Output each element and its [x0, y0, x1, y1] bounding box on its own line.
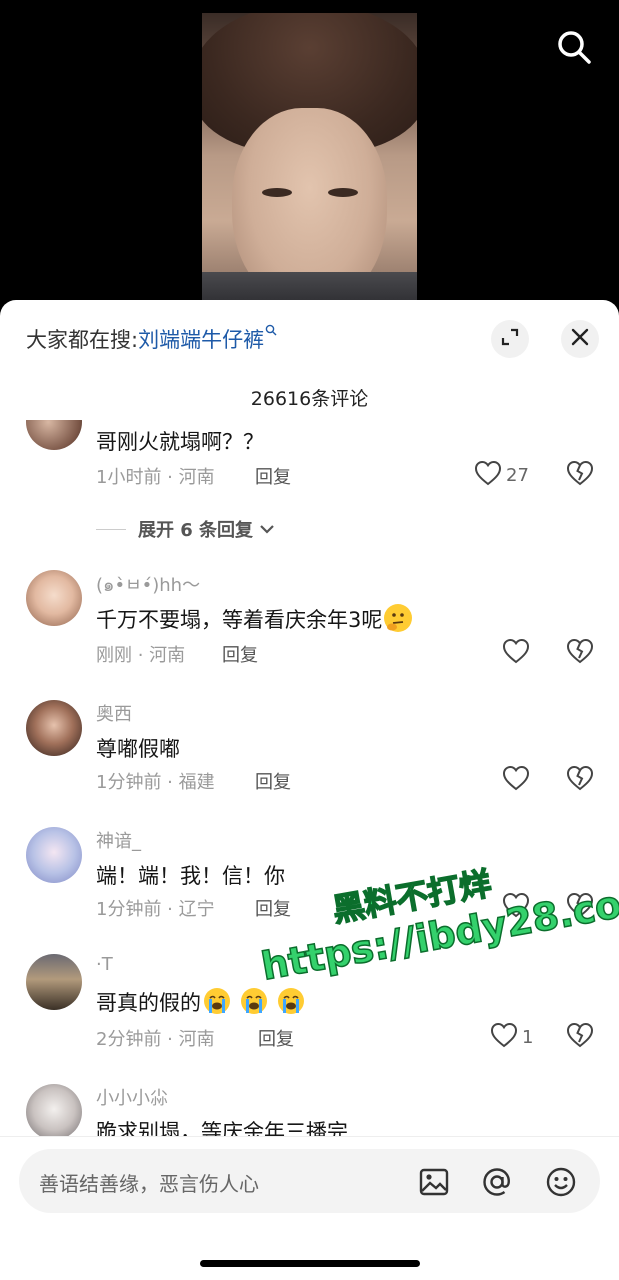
like-button[interactable]: 27	[474, 460, 529, 490]
hot-search-prefix: 大家都在搜:	[26, 328, 139, 352]
comment-username[interactable]: 神谙_	[96, 827, 141, 853]
comment-count: 26616条评论	[250, 388, 369, 410]
heart-icon	[502, 892, 530, 922]
dislike-button[interactable]	[566, 638, 594, 668]
dislike-button[interactable]	[566, 892, 594, 922]
search-icon	[265, 324, 277, 342]
like-button[interactable]: 1	[490, 1022, 533, 1052]
hot-search-bar: 大家都在搜:刘端端牛仔裤	[26, 324, 277, 354]
broken-heart-icon	[566, 638, 594, 668]
heart-icon	[490, 1022, 518, 1052]
like-count: 27	[506, 464, 529, 486]
avatar[interactable]	[26, 1084, 82, 1136]
video-player[interactable]	[0, 0, 619, 310]
video-frame[interactable]	[202, 13, 417, 310]
comment-input[interactable]: 善语结善缘，恶言伤人心	[19, 1149, 600, 1213]
loudly-crying-face-emoji	[203, 987, 305, 1020]
comment-sheet: 大家都在搜:刘端端牛仔裤 26616条评论 哥刚火就塌啊？？ 1小时前 · 河南…	[0, 300, 619, 1280]
broken-heart-icon	[566, 460, 594, 490]
like-button[interactable]	[502, 638, 534, 668]
reply-button[interactable]: 回复	[222, 641, 258, 667]
comment-sheet-header: 大家都在搜:刘端端牛仔裤	[0, 300, 619, 380]
comment-text: 哥真的假的	[96, 987, 305, 1020]
comment-time-location: 1小时前 · 河南	[96, 467, 215, 488]
comment-time-location: 1分钟前 · 辽宁	[96, 899, 215, 920]
comment-username[interactable]: 小小小尛	[96, 1084, 168, 1110]
like-count: 1	[522, 1026, 534, 1048]
watermark: 黑料不打烊 https://ibdy28.com	[250, 830, 619, 989]
heart-icon	[502, 765, 530, 795]
broken-heart-icon	[566, 892, 594, 922]
comment-input-bar: 善语结善缘，恶言伤人心	[0, 1136, 619, 1280]
expand-button[interactable]	[491, 320, 529, 358]
at-icon[interactable]	[480, 1165, 514, 1199]
reply-button[interactable]: 回复	[255, 768, 291, 794]
close-button[interactable]	[561, 320, 599, 358]
avatar[interactable]	[26, 827, 82, 883]
image-icon[interactable]	[417, 1165, 451, 1199]
comment-text: 千万不要塌，等着看庆余年3呢	[96, 604, 413, 634]
comment-text: 哥刚火就塌啊？？	[96, 430, 264, 454]
close-icon	[570, 327, 590, 351]
comment-username[interactable]: ·T	[96, 954, 113, 975]
avatar[interactable]	[26, 570, 82, 626]
comment-time-location: 2分钟前 · 河南	[96, 1029, 215, 1050]
expand-replies-button[interactable]: 展开 6 条回复	[96, 516, 275, 542]
emoji-icon[interactable]	[544, 1165, 578, 1199]
comment-time-location: 1分钟前 · 福建	[96, 772, 215, 793]
comment-username[interactable]: (๑•̀ㅂ•́)hh～	[96, 570, 200, 599]
dislike-button[interactable]	[566, 460, 594, 490]
comment-text: 尊嘟假嘟	[96, 737, 180, 761]
home-indicator	[200, 1260, 420, 1267]
comment-username[interactable]: 奥西	[96, 700, 132, 726]
avatar[interactable]	[26, 954, 82, 1010]
dislike-button[interactable]	[566, 765, 594, 795]
reply-button[interactable]: 回复	[255, 463, 291, 489]
comment-text: 端！端！我！信！你	[96, 864, 285, 888]
heart-icon	[474, 460, 502, 490]
comment-time-location: 刚刚 · 河南	[96, 645, 186, 666]
comment-text: 跪求别塌，等庆余年三播完	[96, 1120, 348, 1136]
broken-heart-icon	[566, 765, 594, 795]
broken-heart-icon	[566, 1022, 594, 1052]
thinking-face-emoji	[384, 604, 413, 632]
avatar[interactable]	[26, 420, 82, 450]
heart-icon	[502, 638, 530, 668]
like-button[interactable]	[502, 765, 534, 795]
chevron-down-icon	[259, 520, 275, 539]
hot-search-term[interactable]: 刘端端牛仔裤	[138, 328, 264, 352]
dislike-button[interactable]	[566, 1022, 594, 1052]
avatar[interactable]	[26, 700, 82, 756]
expand-icon	[500, 327, 520, 351]
app-root: 大家都在搜:刘端端牛仔裤 26616条评论 哥刚火就塌啊？？ 1小时前 · 河南…	[0, 0, 619, 1280]
comment-list[interactable]: 哥刚火就塌啊？？ 1小时前 · 河南 回复 27 展开 6 条回复 (๑•̀ㅂ•…	[0, 420, 619, 1136]
reply-button[interactable]: 回复	[258, 1025, 294, 1051]
watermark-line2: https://ibdy28.com	[257, 874, 619, 989]
expand-replies-label: 展开 6 条回复	[138, 520, 254, 541]
search-icon[interactable]	[555, 28, 593, 66]
like-button[interactable]	[502, 892, 534, 922]
reply-button[interactable]: 回复	[255, 895, 291, 921]
comment-input-placeholder: 善语结善缘，恶言伤人心	[39, 1172, 259, 1196]
